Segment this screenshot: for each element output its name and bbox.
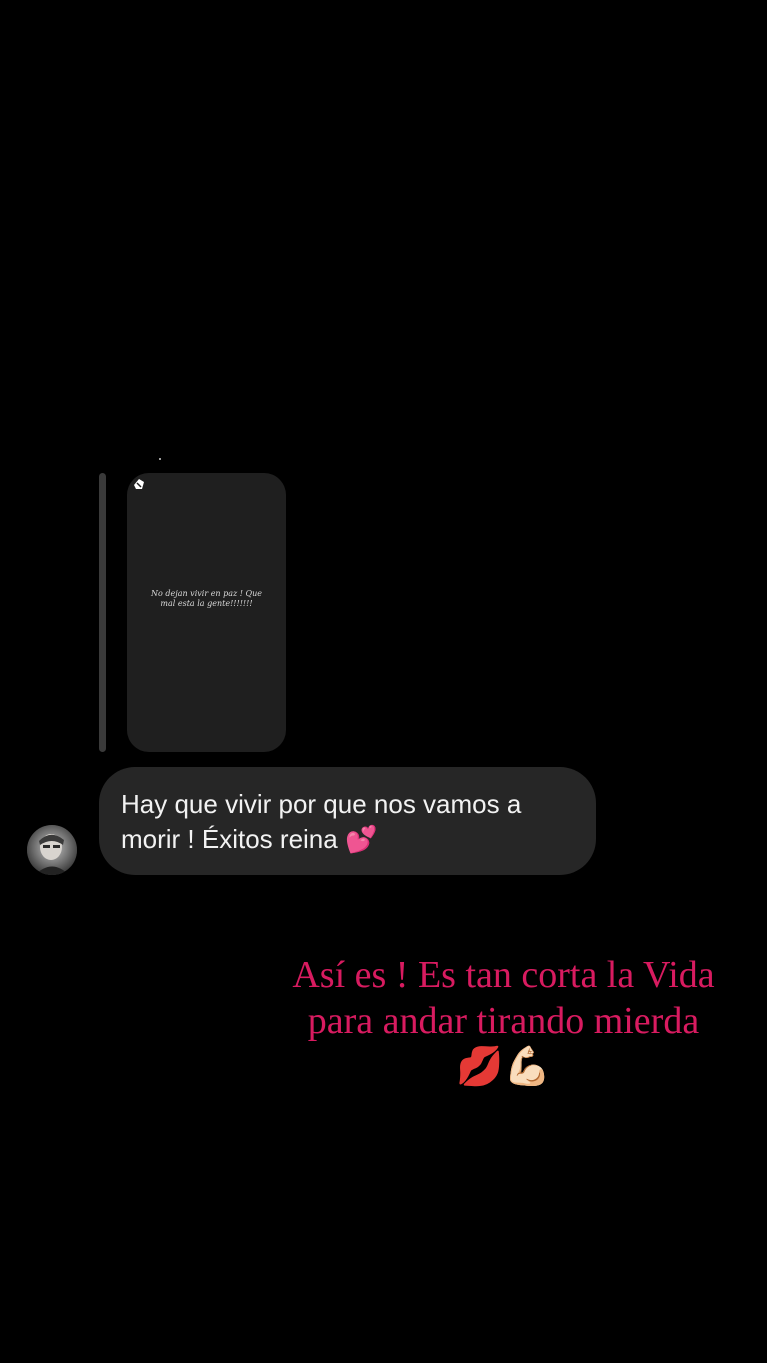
replied-story-thumbnail[interactable]: No dejan vivir en paz ! Que mal esta la … bbox=[127, 473, 286, 752]
story-dot bbox=[159, 458, 161, 460]
story-caption: No dejan vivir en paz ! Que mal esta la … bbox=[151, 589, 262, 608]
reply-indicator-bar bbox=[99, 473, 106, 752]
message-text: Hay que vivir por que nos vamos a morir … bbox=[121, 789, 522, 854]
sticker-icon bbox=[134, 479, 144, 489]
story-overlay-text: Así es ! Es tan corta la Vida para andar… bbox=[292, 954, 715, 1088]
message-bubble[interactable]: Hay que vivir por que nos vamos a morir … bbox=[99, 767, 596, 875]
avatar[interactable] bbox=[27, 825, 77, 875]
avatar-photo bbox=[27, 825, 77, 875]
